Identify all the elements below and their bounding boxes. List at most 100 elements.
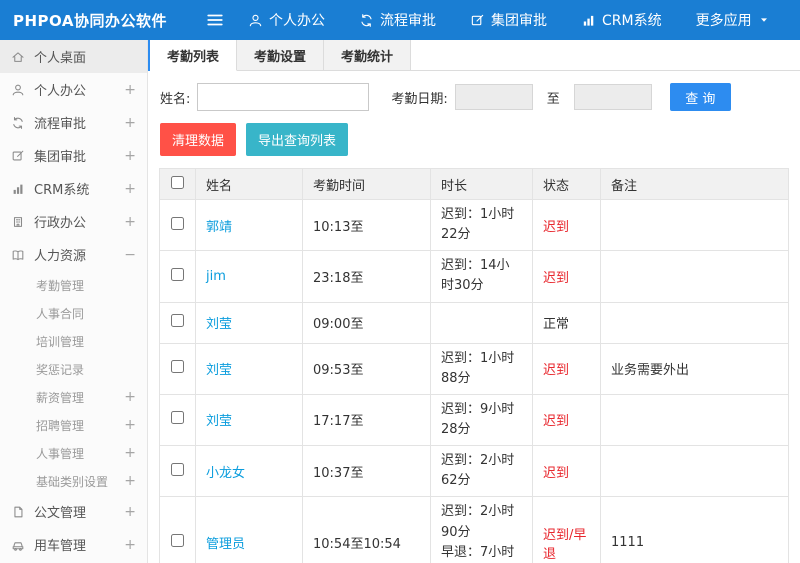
sidebar-item-label: 人力资源 <box>34 249 87 264</box>
expand-toggle-icon[interactable]: + <box>124 83 136 97</box>
attendance-time: 23:18至 <box>302 250 431 303</box>
expand-toggle-icon[interactable]: + <box>124 182 136 196</box>
employee-name-link[interactable]: jim <box>206 269 226 284</box>
duration-text: 迟到：1小时22分 <box>430 198 533 252</box>
sidebar-subitem[interactable]: 人事管理 + <box>0 439 147 467</box>
edit-icon <box>12 150 24 160</box>
edit-icon <box>471 14 484 25</box>
expand-toggle-icon[interactable]: + <box>124 215 136 229</box>
select-all-checkbox[interactable] <box>171 175 184 189</box>
date-filter-label: 考勤日期: <box>391 91 448 107</box>
employee-name-link[interactable]: 刘莹 <box>206 317 232 332</box>
table-row: 刘莹 09:00至 正常 <box>159 301 789 344</box>
employee-name-link[interactable]: 郭靖 <box>206 220 232 235</box>
employee-name-link[interactable]: 刘莹 <box>206 414 232 429</box>
menu-toggle-button[interactable] <box>206 11 224 29</box>
employee-name-link[interactable]: 管理员 <box>206 537 245 552</box>
name-filter-input[interactable] <box>197 83 370 111</box>
top-nav-item[interactable]: 个人办公 <box>248 10 325 30</box>
top-nav-item[interactable]: CRM系统 <box>581 10 662 30</box>
top-nav-item[interactable]: 集团审批 <box>470 10 547 30</box>
sidebar: 个人桌面 个人办公 + 流程审批 + 集团审批 + CRM系统 + 行政办公 + 人力资源 − 考勤管理人… <box>0 40 148 563</box>
sidebar-item[interactable]: 人力资源 − <box>0 238 147 271</box>
note-text <box>600 198 789 252</box>
main-content: 考勤列表 考勤设置 考勤统计 姓名: 考勤日期: 至 查 询 清理数据 导出查询列表 <box>148 40 800 563</box>
tab-attendance-settings[interactable]: 考勤设置 <box>237 40 325 70</box>
sidebar-item[interactable]: 用车管理 + <box>0 528 147 561</box>
sidebar-subitem-label: 薪资管理 <box>36 390 85 405</box>
date-from-input[interactable] <box>454 84 533 110</box>
sidebar-subitem[interactable]: 薪资管理 + <box>0 383 147 411</box>
nav-item-label: 集团审批 <box>491 13 547 29</box>
sidebar-item-label: 集团审批 <box>34 150 87 165</box>
expand-toggle-icon[interactable]: + <box>124 116 136 130</box>
note-text <box>600 393 789 447</box>
top-header: PHPOA协同办公软件 个人办公 流程审批 集团审批 CRM系统 更多应用 <box>0 0 800 40</box>
row-checkbox[interactable] <box>171 411 184 425</box>
table-header-row: 姓名 考勤时间 时长 状态 备注 <box>159 168 789 200</box>
table-row: 郭靖 10:13至 迟到：1小时22分 迟到 <box>159 198 789 252</box>
row-checkbox[interactable] <box>171 534 184 548</box>
user-icon <box>249 14 262 26</box>
clean-data-button[interactable]: 清理数据 <box>160 123 237 156</box>
date-to-input[interactable] <box>573 84 652 110</box>
expand-toggle-icon[interactable]: + <box>124 390 136 404</box>
employee-name-link[interactable]: 小龙女 <box>206 466 245 481</box>
row-checkbox[interactable] <box>171 216 184 230</box>
sidebar-item[interactable]: 流程审批 + <box>0 106 147 139</box>
table-row: 刘莹 17:17至 迟到：9小时28分 迟到 <box>159 393 789 447</box>
expand-toggle-icon[interactable]: + <box>124 538 136 552</box>
table-row: 小龙女 10:37至 迟到：2小时62分 迟到 <box>159 445 789 498</box>
tab-attendance-stats[interactable]: 考勤统计 <box>324 40 412 70</box>
sidebar-subitem[interactable]: 基础类别设置 + <box>0 467 147 495</box>
employee-name-link[interactable]: 刘莹 <box>206 363 232 378</box>
expand-toggle-icon[interactable]: − <box>124 248 136 262</box>
building-icon <box>13 216 23 227</box>
sidebar-subitem[interactable]: 考勤管理 <box>0 271 147 299</box>
sidebar-subitem-label: 人事管理 <box>36 446 85 461</box>
sidebar-subitem[interactable]: 培训管理 <box>0 327 147 355</box>
duration-text: 迟到：9小时28分 <box>430 393 533 447</box>
top-nav: 个人办公 流程审批 集团审批 CRM系统 更多应用 <box>248 10 800 30</box>
sidebar-item-label: CRM系统 <box>34 183 90 198</box>
tab-label: 考勤统计 <box>341 49 394 65</box>
table-row: 管理员 10:54至10:54 迟到：2小时90分 早退：7小时10分 迟到/早… <box>159 496 789 563</box>
main-layout: 个人桌面 个人办公 + 流程审批 + 集团审批 + CRM系统 + 行政办公 + 人力资源 − 考勤管理人… <box>0 40 800 563</box>
row-checkbox[interactable] <box>171 462 184 476</box>
sidebar-item[interactable]: 行政办公 + <box>0 205 147 238</box>
sidebar-subitem[interactable]: 奖惩记录 <box>0 355 147 383</box>
sidebar-item[interactable]: 个人桌面 <box>0 40 147 73</box>
tab-attendance-list[interactable]: 考勤列表 <box>150 40 238 71</box>
row-checkbox[interactable] <box>171 267 184 281</box>
row-checkbox[interactable] <box>171 314 184 328</box>
note-text <box>600 301 789 344</box>
caret-icon <box>760 18 767 22</box>
sidebar-item[interactable]: 公文管理 + <box>0 495 147 528</box>
top-nav-item[interactable]: 更多应用 <box>696 10 770 30</box>
sidebar-item[interactable]: 集团审批 + <box>0 139 147 172</box>
row-checkbox[interactable] <box>171 360 184 374</box>
sidebar-item[interactable]: CRM系统 + <box>0 172 147 205</box>
sidebar-subitem-label: 基础类别设置 <box>36 474 109 489</box>
filter-bar: 姓名: 考勤日期: 至 查 询 <box>148 71 800 120</box>
expand-toggle-icon[interactable]: + <box>124 446 136 460</box>
chart-icon <box>13 184 23 194</box>
sidebar-subitem-label: 奖惩记录 <box>36 362 85 377</box>
search-button[interactable]: 查 询 <box>669 83 731 111</box>
chart-icon <box>583 15 594 26</box>
sidebar-subitem[interactable]: 招聘管理 + <box>0 411 147 439</box>
home-icon <box>12 51 24 62</box>
duration-text: 迟到：14小时30分 <box>430 250 533 303</box>
expand-toggle-icon[interactable]: + <box>124 418 136 432</box>
top-nav-item[interactable]: 流程审批 <box>359 10 436 30</box>
export-list-button[interactable]: 导出查询列表 <box>246 123 349 156</box>
status-text: 迟到 <box>543 414 570 430</box>
attendance-time: 10:37至 <box>302 445 431 498</box>
sidebar-item[interactable]: 个人办公 + <box>0 73 147 106</box>
expand-toggle-icon[interactable]: + <box>124 474 136 488</box>
expand-toggle-icon[interactable]: + <box>124 149 136 163</box>
sidebar-item-label: 个人桌面 <box>34 51 87 66</box>
expand-toggle-icon[interactable]: + <box>124 505 136 519</box>
sidebar-subitem[interactable]: 人事合同 <box>0 299 147 327</box>
duration-text: 迟到：2小时62分 <box>430 445 533 498</box>
